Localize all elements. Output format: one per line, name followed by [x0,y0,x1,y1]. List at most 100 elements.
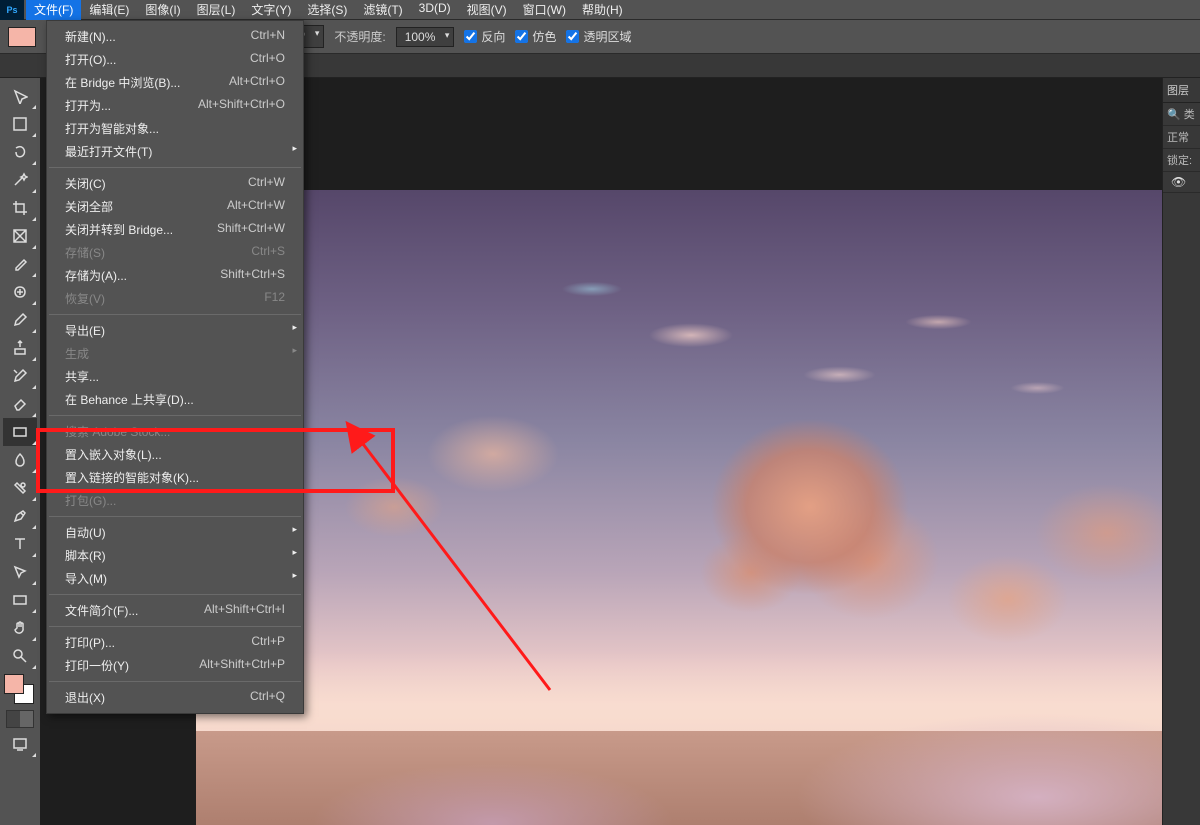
layers-panel-title: 图层 [1163,78,1200,103]
file-menu-dropdown: 新建(N)...Ctrl+N 打开(O)... Ctrl+O 在 Bridge 中浏览… [46,20,304,714]
menu-item-1[interactable]: 编辑(E) [81,0,137,20]
blur-tool[interactable] [3,446,37,474]
menu-cmd[interactable]: 导入(M) ▸ [47,567,303,590]
layer-row[interactable]: 👁 [1163,172,1200,193]
menu-cmd: 生成▸ [47,342,303,365]
transparency-checkbox[interactable]: 透明区域 [566,28,631,45]
type-tool[interactable] [3,530,37,558]
menu-cmd[interactable]: 导出(E)▸ [47,319,303,342]
menu-cmd-label: 打印(P)... [65,634,115,651]
menu-cmd[interactable]: 退出(X) Ctrl+Q [47,686,303,709]
path-select-tool[interactable] [3,558,37,586]
eraser-tool[interactable] [3,390,37,418]
menu-cmd[interactable]: 自动(U)▸ [47,521,303,544]
zoom-tool[interactable] [3,642,37,670]
menu-cmd-label: 脚本(R) [65,547,106,564]
visibility-icon[interactable]: 👁 [1167,171,1190,193]
pen-tool[interactable] [3,502,37,530]
hand-tool[interactable] [3,614,37,642]
layers-lock-label: 锁定: [1163,149,1200,172]
menu-cmd[interactable]: 最近打开文件(T)▸ [47,140,303,163]
menu-cmd-label: 共享... [65,368,99,385]
menu-cmd: 恢复(V)F12 [47,287,303,310]
menu-cmd[interactable]: 打开为...Alt+Shift+Ctrl+O [47,94,303,117]
move-tool[interactable] [3,82,37,110]
menu-cmd[interactable]: 脚本(R)▸ [47,544,303,567]
menu-cmd[interactable]: 关闭并转到 Bridge...Shift+Ctrl+W [47,218,303,241]
layers-search-row[interactable]: 🔍 类 [1163,103,1200,126]
brush-tool[interactable] [3,306,37,334]
menu-cmd[interactable]: 打印一份(Y)Alt+Shift+Ctrl+P [47,654,303,677]
opacity-input[interactable]: 100% [396,27,455,47]
history-brush-tool[interactable] [3,362,37,390]
quickmask-toggle[interactable] [6,710,34,728]
menu-cmd-shortcut: Ctrl+S [251,244,285,261]
canvas-image [196,190,1162,825]
menu-item-5[interactable]: 选择(S) [299,0,355,20]
menu-item-2[interactable]: 图像(I) [137,0,188,20]
menu-cmd[interactable]: 打印(P)...Ctrl+P [47,631,303,654]
menu-cmd-shortcut: Alt+Ctrl+W [227,198,285,215]
lasso-tool[interactable] [3,138,37,166]
menu-cmd-label: 在 Bridge 中浏览(B)... [65,74,180,91]
menu-cmd-label: 导出(E) [65,322,105,339]
menu-separator [49,415,301,416]
reverse-checkbox[interactable]: 反向 [464,28,505,45]
menu-item-6[interactable]: 滤镜(T) [355,0,410,20]
menu-cmd[interactable]: 关闭全部Alt+Ctrl+W [47,195,303,218]
eyedropper-tool[interactable] [3,250,37,278]
menu-cmd-shortcut: Ctrl+Q [250,689,285,706]
menu-cmd-shortcut: Alt+Shift+Ctrl+I [204,602,285,619]
menu-item-0[interactable]: 文件(F) [26,0,81,20]
menu-cmd-shortcut: Ctrl+O [250,51,285,68]
marquee-tool[interactable] [3,110,37,138]
menu-item-10[interactable]: 帮助(H) [574,0,631,20]
layers-panel[interactable]: 图层 🔍 类 正常 锁定: 👁 [1162,78,1200,825]
menu-cmd[interactable]: 打开为智能对象... [47,117,303,140]
menu-cmd[interactable]: 置入链接的智能对象(K)... [47,466,303,489]
healing-tool[interactable] [3,278,37,306]
dodge-tool[interactable] [3,474,37,502]
menu-item-9[interactable]: 窗口(W) [515,0,574,20]
menu-cmd[interactable]: 打开(O)... Ctrl+O [47,48,303,71]
menu-cmd[interactable]: 置入嵌入对象(L)... [47,443,303,466]
menu-cmd[interactable]: 新建(N)...Ctrl+N [47,25,303,48]
menu-cmd-label: 存储(S) [65,244,105,261]
menu-separator [49,516,301,517]
frame-tool[interactable] [3,222,37,250]
menu-cmd[interactable]: 在 Bridge 中浏览(B)... Alt+Ctrl+O [47,71,303,94]
layers-blend-mode[interactable]: 正常 [1163,126,1200,149]
menu-item-7[interactable]: 3D(D) [411,0,459,20]
options-color-swatch[interactable] [8,27,36,47]
menu-cmd[interactable]: 共享... [47,365,303,388]
menu-cmd[interactable]: 存储为(A)...Shift+Ctrl+S [47,264,303,287]
menu-item-3[interactable]: 图层(L) [189,0,244,20]
wand-tool[interactable] [3,166,37,194]
clone-tool[interactable] [3,334,37,362]
menu-cmd-shortcut: Alt+Ctrl+O [229,74,285,91]
crop-tool[interactable] [3,194,37,222]
menu-cmd-label: 打开(O)... [65,51,116,68]
menu-cmd-shortcut: Shift+Ctrl+W [217,221,285,238]
menu-separator [49,594,301,595]
color-swatches[interactable] [4,674,34,704]
menu-cmd[interactable]: 关闭(C)Ctrl+W [47,172,303,195]
dither-checkbox[interactable]: 仿色 [515,28,556,45]
foreground-color[interactable] [4,674,24,694]
shape-tool[interactable] [3,586,37,614]
submenu-arrow-icon: ▸ [292,570,297,581]
menu-cmd-label: 打包(G)... [65,492,116,509]
menu-item-8[interactable]: 视图(V) [459,0,515,20]
menu-cmd[interactable]: 文件简介(F)...Alt+Shift+Ctrl+I [47,599,303,622]
menu-cmd-label: 导入(M) [65,570,107,587]
menu-cmd: 打包(G)... [47,489,303,512]
submenu-arrow-icon: ▸ [292,345,297,356]
menu-cmd-label: 关闭(C) [65,175,106,192]
menu-cmd-label: 置入链接的智能对象(K)... [65,469,199,486]
menu-cmd-shortcut: Alt+Shift+Ctrl+P [199,657,285,674]
gradient-tool[interactable] [3,418,37,446]
menu-cmd[interactable]: 在 Behance 上共享(D)... [47,388,303,411]
menu-cmd-label: 退出(X) [65,689,105,706]
menu-item-4[interactable]: 文字(Y) [243,0,299,20]
screen-mode-button[interactable] [3,730,37,758]
